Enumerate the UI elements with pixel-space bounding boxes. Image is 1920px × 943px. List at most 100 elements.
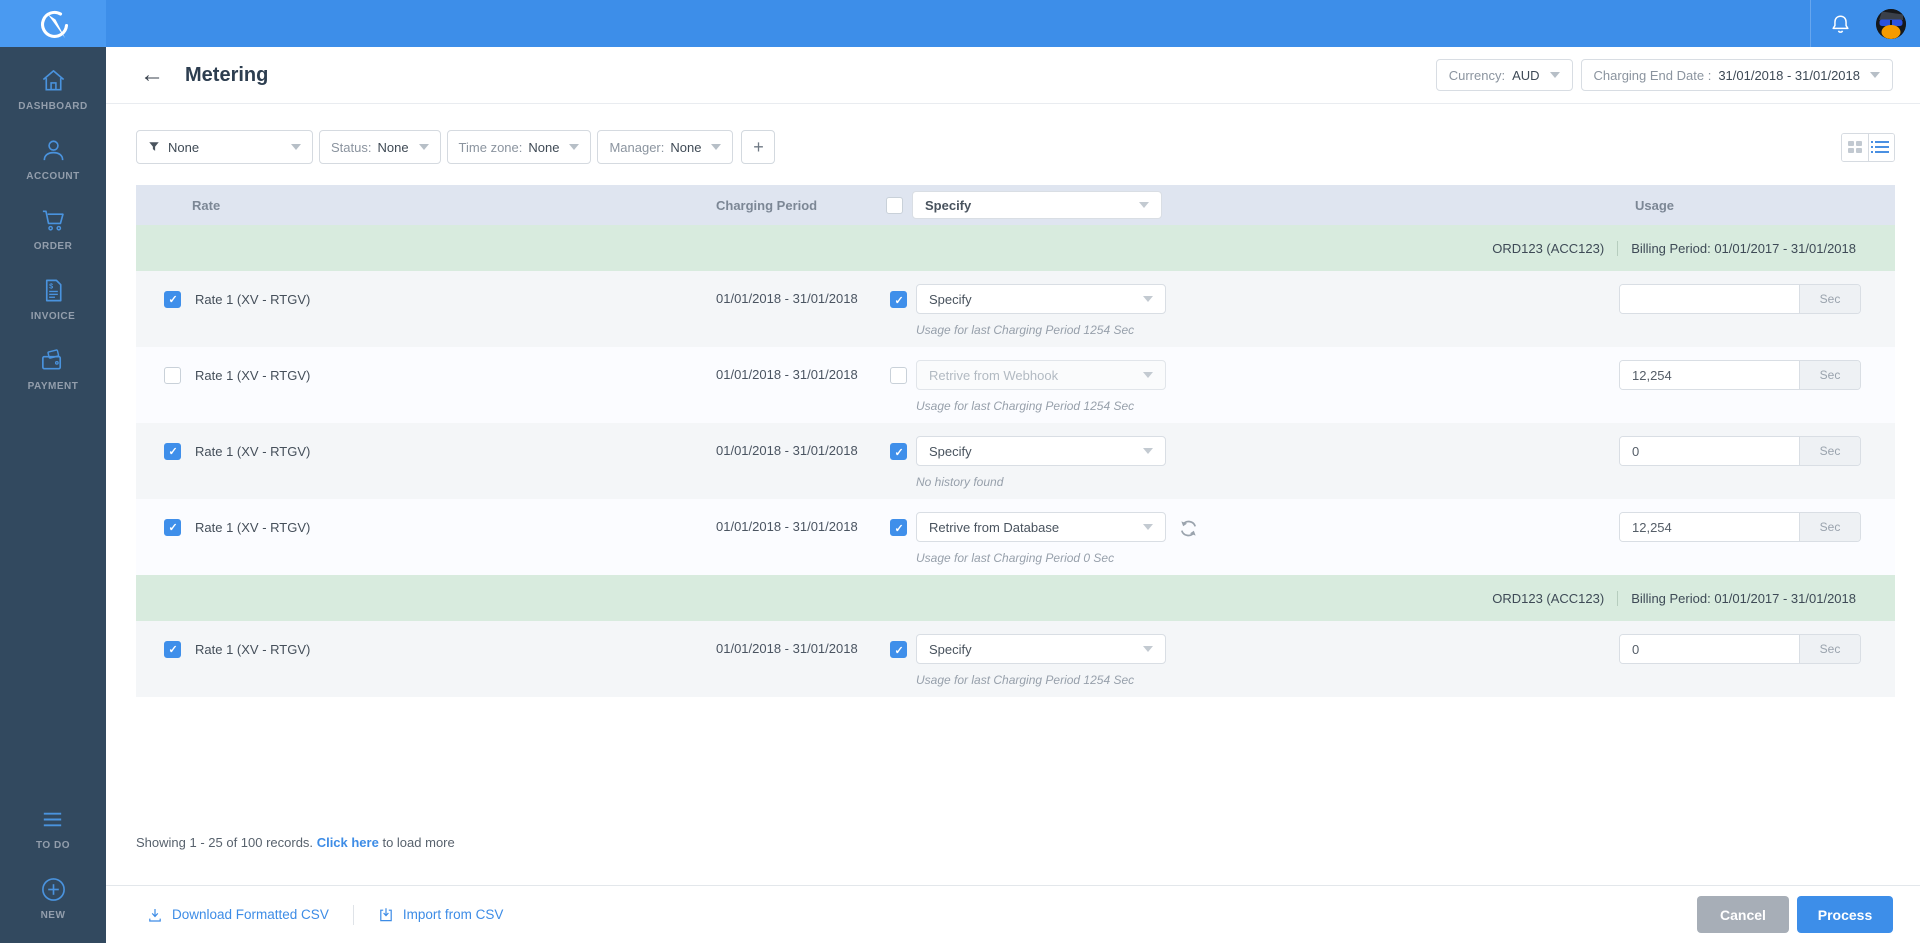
sec-unit-button[interactable]: Sec bbox=[1799, 361, 1860, 389]
usage-input[interactable] bbox=[1620, 437, 1799, 465]
chevron-down-icon bbox=[1139, 202, 1149, 208]
sec-unit-button[interactable]: Sec bbox=[1799, 635, 1860, 663]
primary-filter-select[interactable]: None bbox=[136, 130, 313, 164]
bar-actions: Cancel Process bbox=[1697, 896, 1893, 933]
charging-period-value: 01/01/2018 - 31/01/2018 bbox=[716, 641, 858, 656]
status-filter-select[interactable]: Status: None bbox=[319, 130, 441, 164]
load-more-link[interactable]: Click here bbox=[317, 835, 379, 850]
chevron-down-icon bbox=[1143, 524, 1153, 530]
method-checkbox[interactable] bbox=[890, 367, 907, 384]
timezone-filter-select[interactable]: Time zone: None bbox=[446, 130, 592, 164]
chevron-down-icon bbox=[1143, 296, 1153, 302]
svg-text:$: $ bbox=[49, 282, 53, 291]
list-view-button[interactable] bbox=[1868, 133, 1894, 161]
sidebar-item-label: DASHBOARD bbox=[18, 101, 88, 112]
row-select-checkbox[interactable] bbox=[164, 640, 181, 658]
usage-method-select[interactable]: Specify bbox=[916, 634, 1166, 664]
usage-field-group: Sec bbox=[1619, 360, 1861, 390]
grid-view-icon bbox=[1848, 141, 1862, 153]
sidebar-item-order[interactable]: ORDER bbox=[34, 207, 73, 252]
app-logo[interactable] bbox=[0, 0, 106, 47]
charging-end-date-value: 31/01/2018 - 31/01/2018 bbox=[1718, 67, 1860, 83]
sidebar-item-todo[interactable]: TO DO bbox=[36, 806, 70, 851]
row-select-checkbox[interactable] bbox=[164, 518, 181, 536]
manager-filter-select[interactable]: Manager: None bbox=[597, 130, 734, 164]
usage-input[interactable] bbox=[1620, 285, 1799, 313]
sidebar-item-account[interactable]: ACCOUNT bbox=[26, 137, 80, 182]
metering-table: Rate Charging Period Specify Usage ORD12… bbox=[136, 185, 1895, 697]
refresh-icon[interactable] bbox=[1178, 518, 1199, 544]
back-arrow-icon[interactable]: ← bbox=[140, 63, 164, 87]
method-checkbox[interactable] bbox=[890, 443, 907, 460]
invoice-icon: $ bbox=[45, 279, 62, 302]
content-area: None Status: None Time zone: None Manage… bbox=[106, 130, 1920, 850]
sidebar-item-invoice[interactable]: $ INVOICE bbox=[31, 277, 76, 322]
select-all-method-checkbox[interactable] bbox=[886, 196, 903, 214]
penguin-avatar-icon bbox=[1876, 8, 1906, 39]
records-summary: Showing 1 - 25 of 100 records. Click her… bbox=[136, 835, 1895, 850]
chevron-down-icon bbox=[418, 144, 429, 150]
method-checkbox[interactable] bbox=[890, 519, 907, 536]
sec-unit-button[interactable]: Sec bbox=[1799, 437, 1860, 465]
table-row: Rate 1 (XV - RTGV) 01/01/2018 - 31/01/20… bbox=[136, 499, 1895, 575]
cart-icon bbox=[42, 210, 64, 231]
add-filter-button[interactable]: + bbox=[741, 130, 776, 164]
usage-method-select[interactable]: Retrive from Database bbox=[916, 512, 1166, 542]
download-csv-link[interactable]: Download Formatted CSV bbox=[147, 907, 329, 923]
table-row: Rate 1 (XV - RTGV) 01/01/2018 - 31/01/20… bbox=[136, 347, 1895, 423]
row-select-checkbox[interactable] bbox=[164, 442, 181, 460]
sidebar-item-payment[interactable]: PAYMENT bbox=[28, 347, 79, 392]
sidebar-item-new[interactable]: NEW bbox=[40, 876, 67, 921]
records-summary-suffix: to load more bbox=[382, 835, 455, 850]
row-select-checkbox[interactable] bbox=[164, 366, 181, 384]
usage-method-select[interactable]: Retrive from Webhook bbox=[916, 360, 1166, 390]
usage-helper-text: No history found bbox=[916, 475, 1004, 489]
todo-list-icon bbox=[44, 812, 62, 827]
wallet-icon bbox=[42, 349, 62, 370]
process-button[interactable]: Process bbox=[1797, 896, 1893, 933]
sidebar-item-dashboard[interactable]: DASHBOARD bbox=[18, 67, 88, 112]
usage-input[interactable] bbox=[1620, 513, 1799, 541]
charging-period-value: 01/01/2018 - 31/01/2018 bbox=[716, 443, 858, 458]
page-header: ← Metering Currency: AUD Charging End Da… bbox=[106, 47, 1920, 104]
group-divider bbox=[1617, 590, 1619, 606]
download-icon bbox=[149, 908, 161, 922]
view-toggle bbox=[1841, 132, 1895, 162]
usage-input[interactable] bbox=[1620, 361, 1799, 389]
person-icon bbox=[43, 140, 63, 161]
usage-helper-text: Usage for last Charging Period 0 Sec bbox=[916, 551, 1115, 565]
page-title: Metering bbox=[185, 63, 269, 86]
import-csv-link[interactable]: Import from CSV bbox=[378, 907, 503, 923]
chevron-down-icon bbox=[1870, 72, 1880, 78]
chevron-down-icon bbox=[711, 144, 722, 150]
currency-select[interactable]: Currency: AUD bbox=[1435, 59, 1573, 91]
rate-name: Rate 1 (XV - RTGV) bbox=[195, 641, 311, 657]
usage-field-group: Sec bbox=[1619, 512, 1861, 542]
rate-name: Rate 1 (XV - RTGV) bbox=[195, 443, 311, 459]
sec-unit-button[interactable]: Sec bbox=[1799, 285, 1860, 313]
row-select-checkbox[interactable] bbox=[164, 290, 181, 308]
primary-filter-value: None bbox=[168, 139, 200, 155]
grid-view-button[interactable] bbox=[1842, 133, 1868, 161]
chevron-down-icon bbox=[1143, 372, 1153, 378]
method-checkbox[interactable] bbox=[890, 291, 907, 308]
download-csv-label: Download Formatted CSV bbox=[172, 907, 329, 922]
usage-method-select[interactable]: Specify bbox=[916, 284, 1166, 314]
order-group-header: ORD123 (ACC123) Billing Period: 01/01/20… bbox=[136, 225, 1895, 271]
bulk-usage-method-select[interactable]: Specify bbox=[912, 191, 1162, 219]
usage-method-select[interactable]: Specify bbox=[916, 436, 1166, 466]
method-checkbox[interactable] bbox=[890, 641, 907, 658]
usage-input[interactable] bbox=[1620, 635, 1799, 663]
action-divider bbox=[352, 904, 354, 925]
plus-icon: + bbox=[753, 136, 764, 157]
charging-end-date-select[interactable]: Charging End Date : 31/01/2018 - 31/01/2… bbox=[1580, 59, 1893, 91]
sec-unit-button[interactable]: Sec bbox=[1799, 513, 1860, 541]
import-icon bbox=[380, 907, 392, 921]
notifications-button[interactable] bbox=[1811, 0, 1870, 47]
status-filter-value: None bbox=[377, 139, 409, 155]
user-avatar[interactable] bbox=[1876, 8, 1906, 39]
list-view-icon bbox=[1870, 141, 1889, 153]
topbar-right bbox=[1810, 0, 1920, 47]
cancel-button[interactable]: Cancel bbox=[1697, 896, 1789, 933]
main-content: ← Metering Currency: AUD Charging End Da… bbox=[106, 47, 1920, 943]
